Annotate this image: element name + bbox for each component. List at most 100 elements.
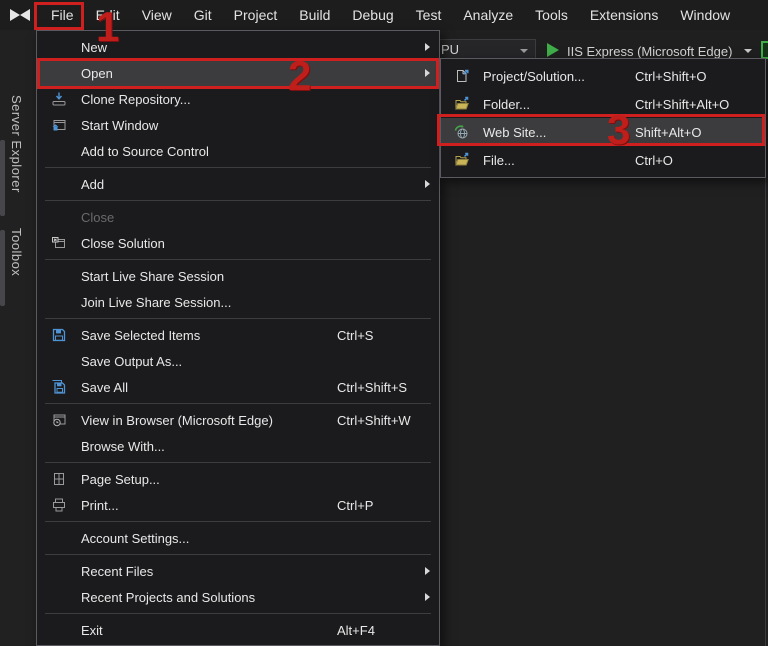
menu-item-label: Project/Solution... [483, 68, 585, 84]
menu-item-label: Web Site... [483, 124, 547, 140]
menu-separator [45, 613, 431, 614]
menu-item-join-live-share-session[interactable]: Join Live Share Session... [37, 289, 439, 315]
menu-item-account-settings[interactable]: Account Settings... [37, 525, 439, 551]
menubar-item-build[interactable]: Build [288, 0, 341, 30]
clone-repository-icon [37, 91, 81, 107]
menu-item-shortcut: Ctrl+Shift+W [337, 412, 411, 428]
menu-item-new[interactable]: New [37, 34, 439, 60]
menu-item-label: Close [81, 209, 115, 225]
menu-item-shortcut: Ctrl+O [635, 152, 673, 168]
menu-item-recent-files[interactable]: Recent Files [37, 558, 439, 584]
tab-strip [0, 140, 5, 216]
menu-item-start-live-share-session[interactable]: Start Live Share Session [37, 263, 439, 289]
menu-item-shortcut: Ctrl+S [337, 327, 374, 343]
menu-separator [45, 403, 431, 404]
view-in-browser-icon [37, 412, 81, 428]
submenu-arrow-icon [425, 43, 430, 51]
save-all-icon [37, 379, 81, 395]
sidebar-tab-toolbox[interactable]: Toolbox [9, 228, 24, 276]
submenu-item-folder[interactable]: Folder... Ctrl+Shift+Alt+O [441, 90, 765, 118]
submenu-item-project-solution[interactable]: Project/Solution... Ctrl+Shift+O [441, 62, 765, 90]
menu-separator [45, 554, 431, 555]
menu-item-browse-with[interactable]: Browse With... [37, 433, 439, 459]
menu-item-label: Join Live Share Session... [81, 294, 232, 310]
visual-studio-logo-icon [10, 9, 30, 21]
menu-item-shortcut: Alt+F4 [337, 622, 375, 638]
sidebar-tab-server-explorer[interactable]: Server Explorer [9, 95, 24, 193]
menubar-item-git[interactable]: Git [183, 0, 223, 30]
menubar-item-edit[interactable]: Edit [85, 0, 131, 30]
menu-item-page-setup[interactable]: Page Setup... [37, 466, 439, 492]
submenu-arrow-icon [425, 567, 430, 575]
print-icon [37, 497, 81, 513]
open-file-icon [441, 152, 483, 168]
menu-item-shortcut: Ctrl+Shift+O [635, 68, 707, 84]
visual-studio-window: File Edit View Git Project Build Debug T… [0, 0, 768, 646]
menu-item-shortcut: Ctrl+P [337, 497, 374, 513]
menu-item-label: Account Settings... [81, 530, 190, 546]
left-tool-rail: Server Explorer Toolbox [0, 30, 36, 646]
menu-item-clone-repository[interactable]: Clone Repository... [37, 86, 439, 112]
run-play-icon[interactable] [547, 43, 559, 57]
menu-item-label: Add [81, 176, 105, 192]
menu-item-label: Clone Repository... [81, 91, 191, 107]
menu-item-shortcut: Ctrl+Shift+Alt+O [635, 96, 730, 112]
start-window-icon [37, 117, 81, 133]
menu-item-shortcut: Shift+Alt+O [635, 124, 702, 140]
menubar-item-project[interactable]: Project [223, 0, 289, 30]
submenu-item-file[interactable]: File... Ctrl+O [441, 146, 765, 174]
menu-item-recent-projects-and-solutions[interactable]: Recent Projects and Solutions [37, 584, 439, 610]
save-icon [37, 327, 81, 343]
menu-item-label: Exit [81, 622, 103, 638]
menu-item-shortcut: Ctrl+Shift+S [337, 379, 408, 395]
run-target-button[interactable]: IIS Express (Microsoft Edge) [567, 44, 732, 59]
menu-item-start-window[interactable]: Start Window [37, 112, 439, 138]
menu-item-save-selected-items[interactable]: Save Selected Items Ctrl+S [37, 322, 439, 348]
menubar-item-tools[interactable]: Tools [524, 0, 579, 30]
menu-item-close-solution[interactable]: Close Solution [37, 230, 439, 256]
menu-item-label: Save Output As... [81, 353, 183, 369]
menu-item-label: New [81, 39, 108, 55]
menu-item-label: Start Window [81, 117, 159, 133]
menu-bar: File Edit View Git Project Build Debug T… [0, 0, 768, 30]
menu-separator [45, 167, 431, 168]
menu-item-add-to-source-control[interactable]: Add to Source Control [37, 138, 439, 164]
menu-item-label: Recent Files [81, 563, 154, 579]
menu-item-view-in-browser[interactable]: View in Browser (Microsoft Edge) Ctrl+Sh… [37, 407, 439, 433]
menu-separator [45, 462, 431, 463]
tab-strip [0, 230, 5, 306]
menu-separator [45, 200, 431, 201]
menu-item-close: Close [37, 204, 439, 230]
menubar-item-window[interactable]: Window [669, 0, 741, 30]
menu-item-label: Save All [81, 379, 128, 395]
menu-item-label: Folder... [483, 96, 530, 112]
submenu-arrow-icon [425, 180, 430, 188]
menu-item-save-all[interactable]: Save All Ctrl+Shift+S [37, 374, 439, 400]
menu-item-exit[interactable]: Exit Alt+F4 [37, 617, 439, 643]
menubar-item-file[interactable]: File [40, 0, 85, 30]
configuration-combobox-value: PU [441, 42, 460, 57]
menu-item-save-output-as[interactable]: Save Output As... [37, 348, 439, 374]
run-target-chevron-down-icon[interactable] [744, 49, 752, 53]
open-web-site-icon [441, 124, 483, 140]
menu-item-label: View in Browser (Microsoft Edge) [81, 412, 273, 428]
menu-item-label: Browse With... [81, 438, 165, 454]
menubar-item-view[interactable]: View [131, 0, 183, 30]
menubar-item-analyze[interactable]: Analyze [452, 0, 524, 30]
menu-item-label: Print... [81, 497, 119, 513]
menu-separator [45, 521, 431, 522]
menubar-item-debug[interactable]: Debug [341, 0, 404, 30]
menubar-item-test[interactable]: Test [405, 0, 453, 30]
open-folder-icon [441, 96, 483, 112]
menu-item-print[interactable]: Print... Ctrl+P [37, 492, 439, 518]
menu-item-open[interactable]: Open [37, 60, 439, 86]
menu-item-label: Page Setup... [81, 471, 160, 487]
editor-edge-divider [765, 178, 766, 646]
menu-item-add[interactable]: Add [37, 171, 439, 197]
submenu-arrow-icon [425, 69, 430, 77]
submenu-item-web-site[interactable]: Web Site... Shift+Alt+O [441, 118, 765, 146]
open-submenu-popup: Project/Solution... Ctrl+Shift+O Folder.… [440, 58, 766, 178]
submenu-arrow-icon [425, 593, 430, 601]
menu-item-label: Recent Projects and Solutions [81, 589, 256, 605]
menubar-item-extensions[interactable]: Extensions [579, 0, 669, 30]
